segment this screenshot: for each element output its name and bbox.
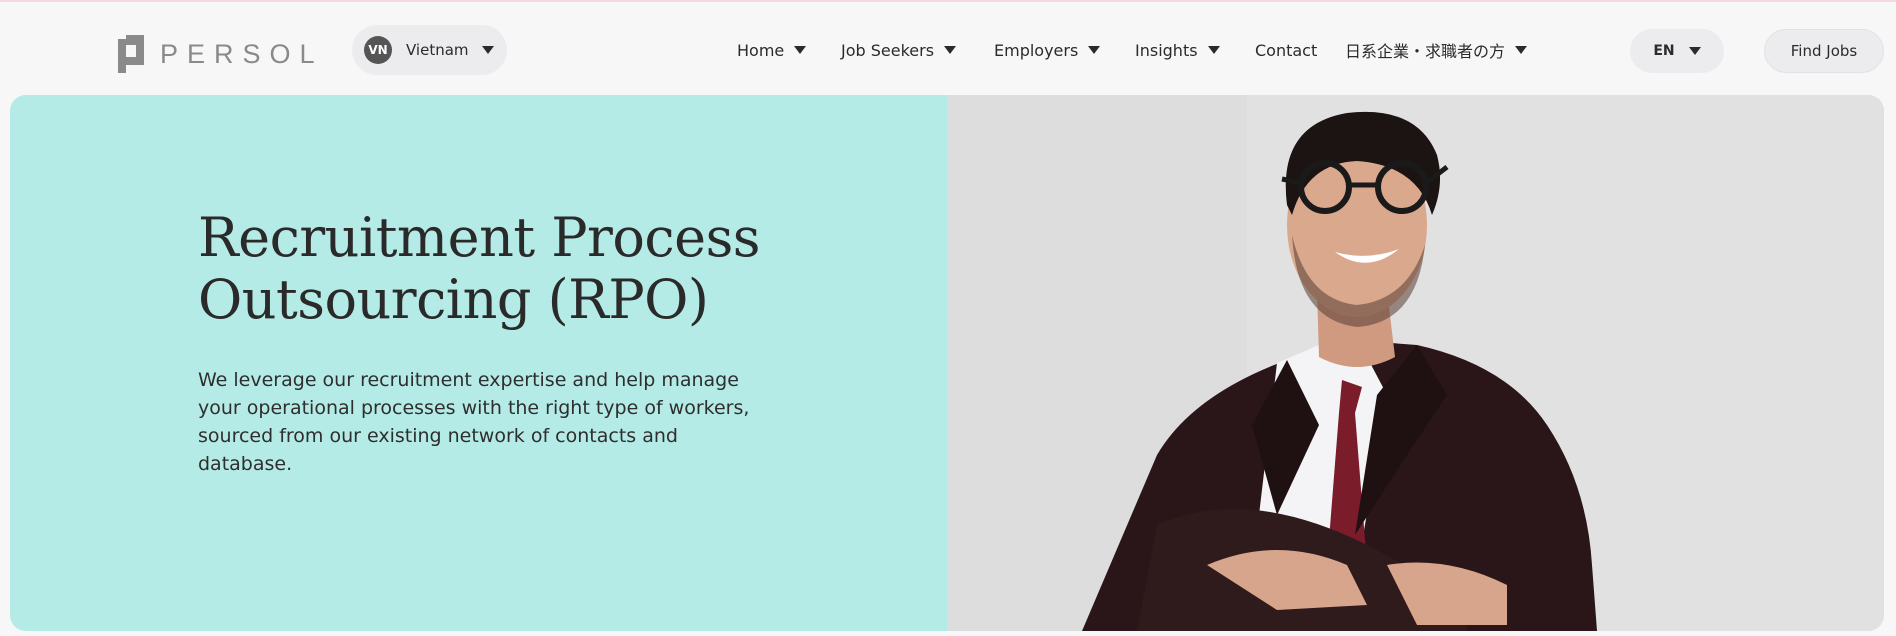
hero-title-line-1: Recruitment Process [198,206,761,269]
caret-down-icon [794,46,807,54]
nav-item-label: Contact [1255,40,1318,60]
logo-text: PERSOL [160,38,324,69]
nav-item-label: Home [737,40,785,60]
hero-title-line-2: Outsourcing (RPO) [198,268,709,331]
nav-item-contact[interactable]: Contact [1255,41,1317,60]
caret-down-icon [1688,47,1701,55]
nav-item-label: Job Seekers [841,40,935,60]
caret-down-icon [1515,46,1528,54]
caret-down-icon [1088,46,1101,54]
country-name: Vietnam [406,41,469,59]
nav-item-insights[interactable]: Insights [1135,41,1220,60]
language-selector[interactable]: EN [1630,29,1724,73]
caret-down-icon [481,46,494,54]
nav-item-japanese[interactable]: 日系企業・求職者の方 [1345,38,1528,62]
country-selector[interactable]: VN Vietnam [352,25,507,75]
persol-logo-icon [118,35,148,73]
hero-text-panel: Recruitment Process Outsourcing (RPO) We… [10,95,947,631]
hero-title: Recruitment Process Outsourcing (RPO) [198,207,838,331]
find-jobs-button[interactable]: Find Jobs [1764,29,1884,73]
businessman-photo [947,95,1884,631]
nav-item-employers[interactable]: Employers [994,40,1101,60]
nav-item-job-seekers[interactable]: Job Seekers [841,40,957,60]
nav-item-label: Employers [994,40,1079,60]
hero-description: We leverage our recruitment expertise an… [198,369,750,475]
nav-item-label: 日系企業・求職者の方 [1345,42,1506,61]
hero-image-panel [947,95,1884,631]
nav-item-label: Insights [1135,40,1198,60]
site-header: PERSOL VN Vietnam Home Job Seekers Emplo… [0,2,1896,94]
caret-down-icon [944,46,957,54]
nav-item-home[interactable]: Home [737,40,807,60]
language-label: EN [1653,43,1675,59]
country-code-badge: VN [364,36,392,64]
hero-banner: Recruitment Process Outsourcing (RPO) We… [10,95,1884,631]
caret-down-icon [1207,46,1220,54]
persol-logo[interactable]: PERSOL [118,34,324,74]
